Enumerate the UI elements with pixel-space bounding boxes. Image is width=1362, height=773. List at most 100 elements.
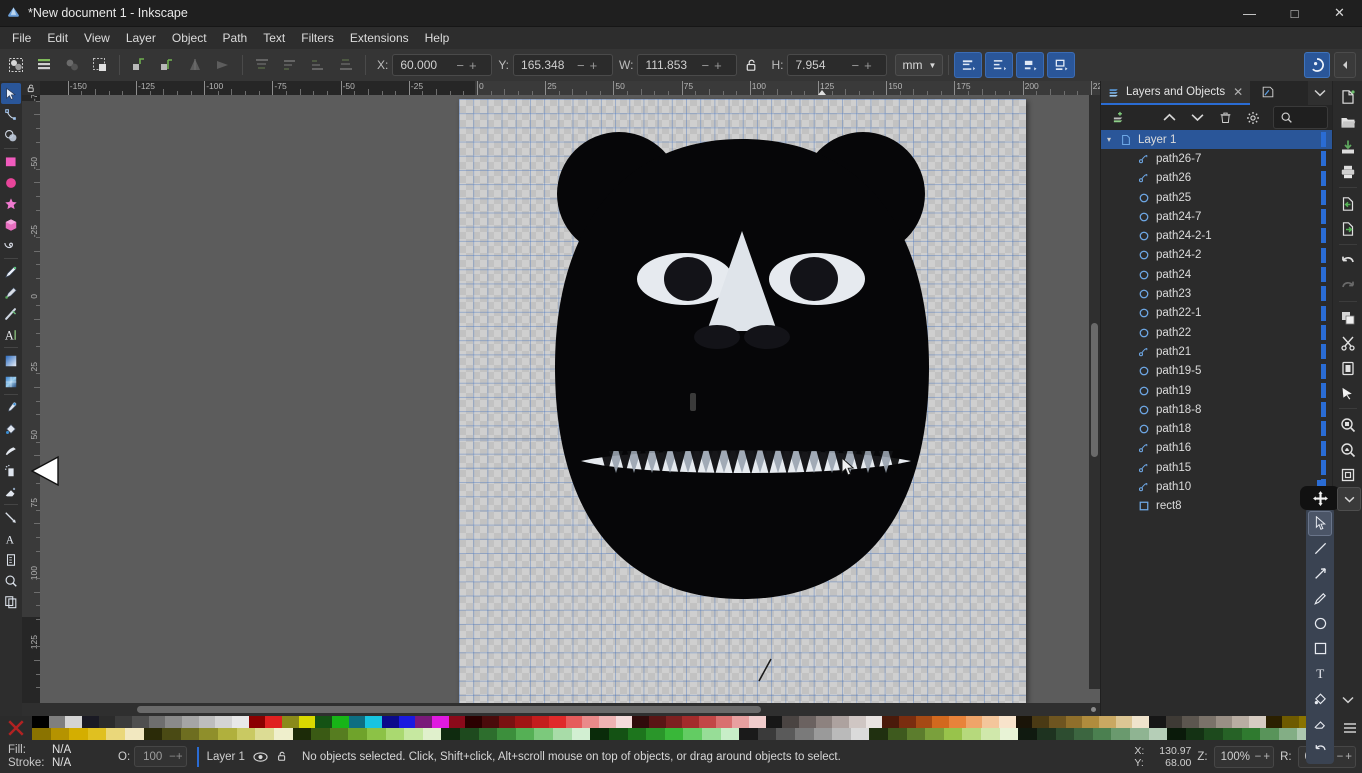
palette-swatch[interactable] <box>448 716 466 728</box>
select-all-layers-icon[interactable] <box>30 52 58 78</box>
palette-swatch[interactable] <box>87 728 107 740</box>
copy-icon[interactable] <box>1335 305 1361 330</box>
palette-swatch[interactable] <box>382 716 399 728</box>
star-tool[interactable] <box>1 193 21 214</box>
object-row[interactable]: path22-1 <box>1101 304 1332 323</box>
object-highlight-bar[interactable] <box>1321 151 1326 167</box>
folder-open-icon[interactable] <box>1335 109 1361 134</box>
palette-swatch[interactable] <box>888 728 907 740</box>
palette-swatch[interactable] <box>1182 716 1200 728</box>
object-row[interactable]: path18 <box>1101 419 1332 438</box>
object-highlight-bar[interactable] <box>1321 324 1326 340</box>
palette-swatch[interactable] <box>782 716 799 728</box>
vertical-ruler[interactable]: -75-50-250255075100125150175 <box>22 95 40 703</box>
h-field[interactable]: 7.954 − + <box>787 54 888 76</box>
select-all-icon[interactable] <box>2 52 30 78</box>
palette-swatch[interactable] <box>1260 728 1279 740</box>
palette-swatch[interactable] <box>720 728 740 740</box>
palette-swatch[interactable] <box>582 716 599 728</box>
palette-swatch[interactable] <box>515 728 535 740</box>
palette-swatch[interactable] <box>1082 716 1099 728</box>
horizontal-ruler[interactable]: -150 -125 -100 -75 -50 -25 0 25 50 75 100 125 150 175… <box>40 81 1100 95</box>
palette-swatch[interactable] <box>273 728 293 740</box>
palette-swatch[interactable] <box>648 716 666 728</box>
y-field[interactable]: 165.348 − + <box>513 54 614 76</box>
opacity-decrement[interactable]: − <box>169 751 176 763</box>
palette-swatch[interactable] <box>898 716 916 728</box>
palette-swatch[interactable] <box>732 716 749 728</box>
palette-swatch[interactable] <box>798 716 816 728</box>
current-layer-label[interactable]: Layer 1 <box>207 751 245 763</box>
palette-swatch[interactable] <box>98 716 116 728</box>
palette-swatch[interactable] <box>1249 716 1266 728</box>
object-row[interactable]: rect8 <box>1101 497 1332 516</box>
palette-swatch[interactable] <box>460 728 479 740</box>
object-highlight-bar[interactable] <box>1321 305 1326 321</box>
palette-swatch[interactable] <box>65 716 83 728</box>
fill-stroke-indicator[interactable]: Fill: N/A Stroke: N/A <box>0 744 118 770</box>
lower-to-bottom-icon[interactable] <box>332 52 360 78</box>
palette-swatch[interactable] <box>776 728 795 740</box>
palette-swatch[interactable] <box>1265 716 1283 728</box>
vertical-scrollbar[interactable] <box>1089 95 1100 689</box>
drawing-canvas[interactable] <box>40 95 1100 703</box>
move-up-button[interactable] <box>1155 107 1183 128</box>
palette-swatch[interactable] <box>218 728 237 740</box>
zoom-page-icon[interactable] <box>1335 462 1361 487</box>
spiral-tool[interactable] <box>1 235 21 256</box>
close-icon[interactable]: ✕ <box>1233 85 1243 99</box>
palette-swatch[interactable] <box>915 716 933 728</box>
palette-swatch[interactable] <box>1065 716 1083 728</box>
object-rotate-icon[interactable] <box>86 52 114 78</box>
zoom-drawing-icon[interactable] <box>1335 437 1361 462</box>
object-highlight-bar[interactable] <box>1321 363 1326 379</box>
palette-swatch[interactable] <box>1048 716 1066 728</box>
palette-swatch[interactable] <box>998 716 1016 728</box>
palette-swatch[interactable] <box>162 728 181 740</box>
ruler-lock-icon[interactable] <box>22 81 40 95</box>
vertical-scroll-thumb[interactable] <box>1091 323 1098 457</box>
3dbox-tool[interactable] <box>1 214 21 235</box>
palette-swatch[interactable] <box>832 716 849 728</box>
palette-swatch[interactable] <box>125 728 144 740</box>
expander-icon[interactable]: ▾ <box>1107 135 1117 144</box>
palette-swatch[interactable] <box>182 716 199 728</box>
object-row[interactable]: path19-5 <box>1101 362 1332 381</box>
object-row[interactable]: path15 <box>1101 458 1332 477</box>
object-row[interactable]: path22 <box>1101 323 1332 342</box>
objects-list[interactable]: ▾ Layer 1 path26-7 path26 path25 path24-7 path… <box>1101 130 1332 716</box>
scissors-icon[interactable] <box>1335 330 1361 355</box>
palette-swatch[interactable] <box>632 716 649 728</box>
palette-swatch[interactable] <box>432 716 449 728</box>
menu-object[interactable]: Object <box>164 28 215 48</box>
palette-swatch[interactable] <box>1204 728 1223 740</box>
palette-swatch[interactable] <box>962 728 982 740</box>
shape-builder-tool[interactable] <box>1 125 21 146</box>
palette-swatch[interactable] <box>69 728 88 740</box>
palette-swatch[interactable] <box>627 728 647 740</box>
float-line-tool[interactable] <box>1308 536 1332 561</box>
dock-resize-handle[interactable] <box>690 393 696 411</box>
palette-swatch[interactable] <box>850 728 870 740</box>
object-highlight-bar[interactable] <box>1321 209 1326 225</box>
palette-swatch[interactable] <box>701 728 721 740</box>
palette-swatch[interactable] <box>32 728 51 740</box>
palette-swatch[interactable] <box>794 728 814 740</box>
affect-rounded-corners-icon[interactable] <box>985 52 1014 78</box>
clipboard-icon[interactable] <box>1335 355 1361 380</box>
eraser-tool[interactable] <box>1 481 21 502</box>
raise-to-top-icon[interactable] <box>248 52 276 78</box>
palette-swatch[interactable] <box>106 728 126 740</box>
palette-menu-icon[interactable] <box>1343 722 1357 734</box>
palette-swatch[interactable] <box>1215 716 1233 728</box>
object-row[interactable]: path24-7 <box>1101 207 1332 226</box>
float-fill-tool[interactable] <box>1308 686 1332 711</box>
palette-swatch[interactable] <box>981 728 1000 740</box>
palette-swatch[interactable] <box>348 716 366 728</box>
text-tool[interactable]: A <box>1 324 21 345</box>
y-decrement[interactable]: − <box>575 58 588 73</box>
palette-swatch[interactable] <box>329 728 349 740</box>
palette-swatch[interactable] <box>1199 716 1216 728</box>
units-select[interactable]: mm ▼ <box>895 54 944 76</box>
palette-swatch[interactable] <box>565 716 583 728</box>
